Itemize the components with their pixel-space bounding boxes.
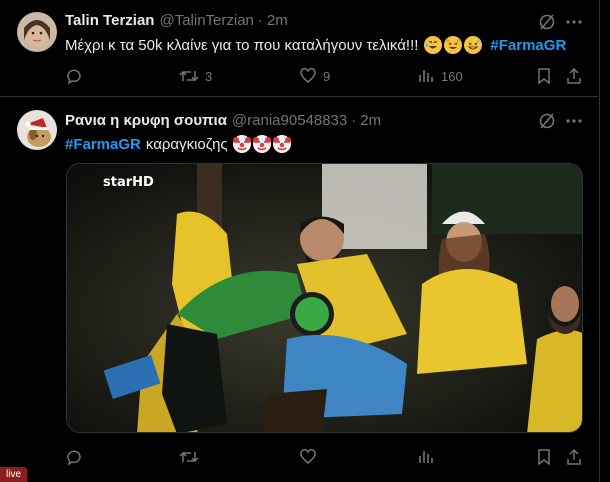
reply-icon (67, 450, 81, 466)
clown-face-icon (232, 135, 251, 153)
separator-dot: · (257, 12, 263, 29)
retweet-button[interactable] (179, 448, 205, 466)
tweet-media-image[interactable]: starHD (66, 163, 583, 433)
separator-dot: · (351, 112, 357, 129)
like-count: 9 (323, 68, 331, 84)
tweet-text: Μέχρι κ τα 50k κλαίνε για το που καταλήγ… (65, 36, 566, 54)
action-bar (65, 447, 585, 467)
like-button[interactable] (299, 448, 323, 466)
tweet-1[interactable]: Talin Terzian @TalinTerzian · 2m Μέχρι κ… (0, 0, 598, 96)
more-icon[interactable] (565, 112, 583, 130)
retweet-count: 3 (205, 68, 213, 84)
tweet-header: Ρανια η κρυφη σουπια @rania90548833 · 2m (65, 112, 381, 129)
avatar[interactable] (17, 12, 57, 52)
views-count: 160 (441, 68, 463, 84)
column-border (599, 0, 600, 482)
user-handle[interactable]: @TalinTerzian (159, 12, 253, 29)
tweet-body: Μέχρι κ τα 50k κλαίνε για το που καταλήγ… (65, 36, 419, 54)
grok-icon[interactable] (538, 13, 556, 31)
like-icon (300, 67, 316, 83)
hashtag-link[interactable]: #FarmaGR (65, 136, 141, 153)
hashtag-link[interactable]: #FarmaGR (490, 37, 566, 54)
user-handle[interactable]: @rania90548833 (232, 112, 347, 129)
bookmark-icon (538, 68, 550, 85)
share-icon (567, 448, 581, 465)
live-badge[interactable]: live (0, 467, 28, 482)
reply-button[interactable] (65, 448, 89, 466)
tweet-text: #FarmaGR καραγκιοζης (65, 135, 291, 153)
views-button[interactable]: 160 (417, 67, 463, 85)
grinning-with-sweat-icon (464, 36, 483, 54)
reply-icon (67, 69, 81, 85)
views-icon (419, 70, 433, 82)
tweet-body: καραγκιοζης (145, 135, 228, 153)
bookmark-button[interactable] (535, 448, 553, 466)
like-button[interactable]: 9 (299, 67, 330, 85)
avatar[interactable] (17, 110, 57, 150)
clown-face-icon (252, 135, 271, 153)
retweet-icon (179, 70, 199, 82)
grinning-squinting-cat-icon (444, 36, 463, 54)
display-name[interactable]: Talin Terzian (65, 12, 154, 29)
tweet-2[interactable]: Ρανια η κρυφη σουπια @rania90548833 · 2m… (0, 97, 598, 482)
bookmark-button[interactable] (535, 67, 553, 85)
like-icon (300, 448, 316, 464)
grok-icon[interactable] (538, 112, 556, 130)
bookmark-icon (538, 449, 550, 466)
views-icon (419, 451, 433, 463)
views-button[interactable] (417, 448, 441, 466)
rolling-on-floor-laughing-icon (424, 36, 443, 54)
tweet-header: Talin Terzian @TalinTerzian · 2m (65, 12, 288, 29)
share-button[interactable] (565, 448, 583, 466)
share-button[interactable] (565, 67, 583, 85)
media-watermark: starHD (103, 175, 154, 190)
reply-button[interactable] (65, 67, 89, 85)
display-name[interactable]: Ρανια η κρυφη σουπια (65, 112, 227, 129)
more-icon[interactable] (565, 13, 583, 31)
timestamp[interactable]: 2m (267, 12, 288, 29)
clown-face-icon (272, 135, 291, 153)
share-icon (567, 67, 581, 84)
action-bar: 3 9 160 (65, 66, 585, 86)
timestamp[interactable]: 2m (360, 112, 381, 129)
retweet-button[interactable]: 3 (179, 67, 212, 85)
retweet-icon (179, 451, 199, 463)
